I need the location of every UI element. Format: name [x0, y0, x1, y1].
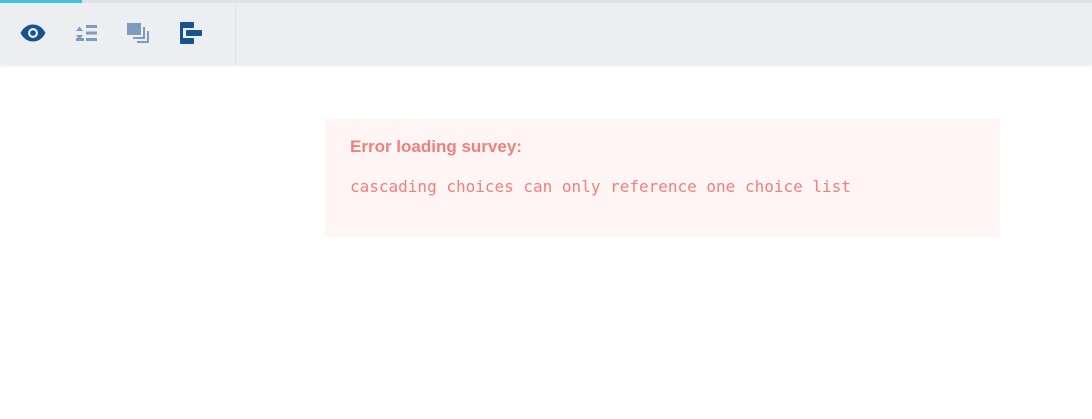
toolbar-button-group — [0, 3, 236, 65]
layers-icon — [127, 23, 149, 43]
loading-progress-bar — [0, 0, 82, 3]
error-title: Error loading survey: — [350, 137, 522, 156]
error-message: cascading choices can only reference one… — [350, 177, 851, 196]
layers-button[interactable] — [122, 17, 154, 49]
logic-flow-button[interactable] — [174, 17, 206, 49]
top-toolbar — [0, 0, 1092, 65]
flow-icon — [180, 22, 202, 44]
preview-button[interactable] — [17, 17, 49, 49]
eye-icon — [20, 24, 46, 42]
sort-list-icon — [76, 25, 97, 41]
sort-button[interactable] — [70, 17, 102, 49]
error-panel: Error loading survey: cascading choices … — [325, 119, 1000, 237]
